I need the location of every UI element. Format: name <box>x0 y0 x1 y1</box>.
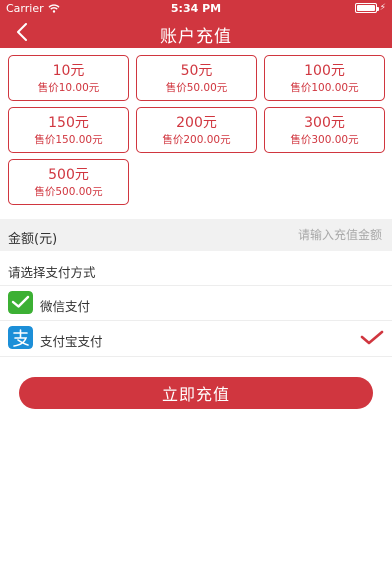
option-price: 售价150.00元 <box>34 134 103 146</box>
option-price: 售价10.00元 <box>37 82 100 94</box>
option-amount: 10元 <box>52 63 85 79</box>
option-price: 售价50.00元 <box>165 82 228 94</box>
option-amount: 200元 <box>176 115 217 131</box>
recharge-option-50[interactable]: 50元 售价50.00元 <box>136 55 257 101</box>
payment-label: 支付宝支付 <box>40 334 103 349</box>
payment-method-title: 请选择支付方式 <box>8 265 96 280</box>
payment-label: 微信支付 <box>40 299 91 314</box>
battery-icon <box>354 3 379 13</box>
option-price: 售价300.00元 <box>290 134 359 146</box>
recharge-option-10[interactable]: 10元 售价10.00元 <box>8 55 129 101</box>
option-amount: 300元 <box>304 115 345 131</box>
divider <box>0 356 392 357</box>
option-amount: 500元 <box>48 167 89 183</box>
app-header: Carrier 5:34 PM ⚡ 账户充值 <box>0 0 392 48</box>
checkmark-icon <box>360 330 384 345</box>
status-bar: Carrier 5:34 PM ⚡ <box>0 0 392 16</box>
option-price: 售价100.00元 <box>290 82 359 94</box>
nav-bar: 账户充值 <box>0 16 392 48</box>
recharge-option-100[interactable]: 100元 售价100.00元 <box>264 55 385 101</box>
payment-option-alipay[interactable]: 支付宝支付 <box>0 320 392 356</box>
page-title: 账户充值 <box>160 27 232 47</box>
option-price: 售价200.00元 <box>162 134 231 146</box>
status-time: 5:34 PM <box>170 2 222 15</box>
option-price: 售价500.00元 <box>34 186 103 198</box>
wechat-pay-icon <box>8 291 33 314</box>
option-amount: 50元 <box>180 63 213 79</box>
recharge-option-500[interactable]: 500元 售价500.00元 <box>8 159 129 205</box>
recharge-option-200[interactable]: 200元 售价200.00元 <box>136 107 257 153</box>
option-amount: 100元 <box>304 63 345 79</box>
alipay-icon <box>8 326 33 349</box>
charging-icon: ⚡ <box>379 3 386 13</box>
option-amount: 150元 <box>48 115 89 131</box>
payment-option-wechat[interactable]: 微信支付 <box>0 285 392 321</box>
recharge-option-300[interactable]: 300元 售价300.00元 <box>264 107 385 153</box>
status-right: ⚡ <box>354 3 386 13</box>
amount-label: 金额(元) <box>8 232 58 247</box>
amount-input[interactable] <box>182 224 382 246</box>
amount-row: 金额(元) <box>0 219 392 251</box>
recharge-option-150[interactable]: 150元 售价150.00元 <box>8 107 129 153</box>
recharge-submit-button[interactable]: 立即充值 <box>19 377 373 409</box>
